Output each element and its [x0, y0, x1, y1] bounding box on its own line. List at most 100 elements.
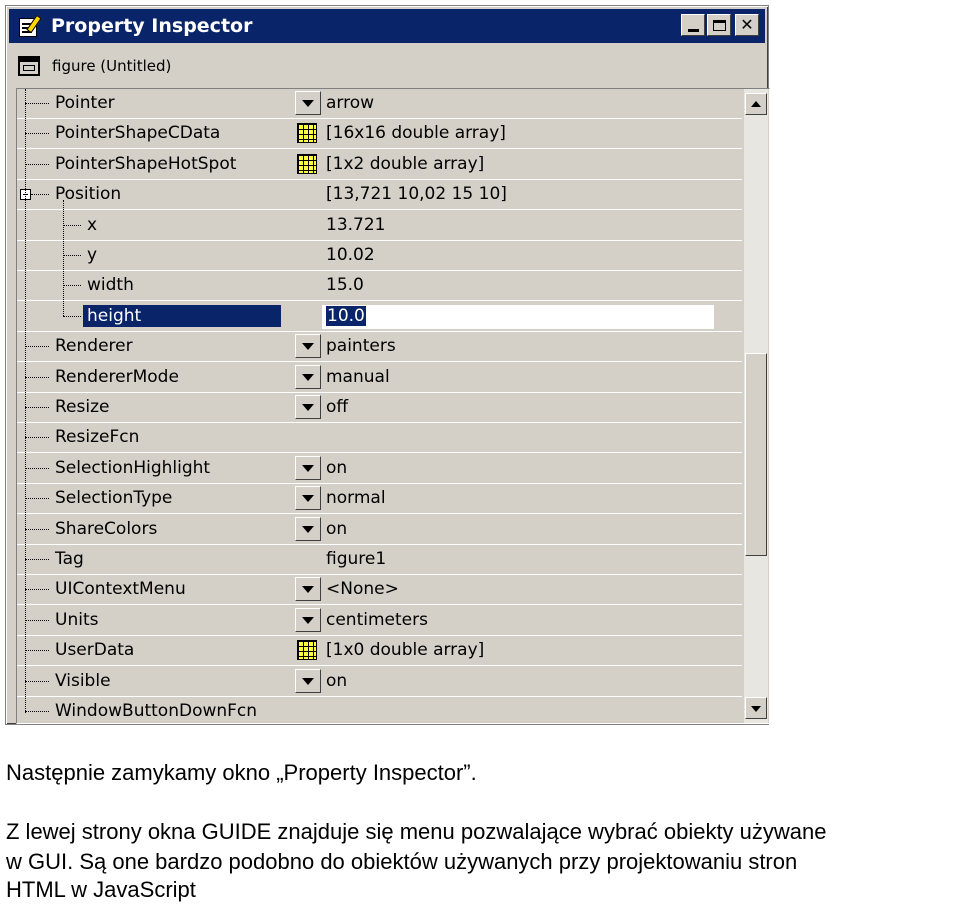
tree-connector [25, 498, 49, 500]
property-value-cell[interactable]: 10.0 [294, 301, 742, 331]
property-value: 13.721 [326, 214, 386, 235]
close-button[interactable]: ✕ [735, 14, 759, 36]
property-value-cell[interactable]: [1x2 double array] [294, 149, 742, 179]
property-name-cell: Units [17, 605, 294, 635]
tree-connector [25, 680, 49, 682]
property-row[interactable]: Units centimeters [17, 605, 742, 636]
property-value-cell[interactable] [294, 697, 742, 723]
property-row[interactable]: ShareColors on [17, 514, 742, 545]
array-editor-icon[interactable] [297, 123, 317, 144]
dropdown-arrow-icon[interactable] [295, 395, 321, 419]
property-name: Tag [55, 549, 84, 569]
property-name-cell: Resize [17, 393, 294, 422]
maximize-button[interactable] [707, 14, 731, 36]
property-value: [16x16 double array] [326, 123, 506, 144]
property-row[interactable]: WindowButtonDownFcn [17, 697, 742, 723]
property-value: 15.0 [326, 275, 364, 296]
property-row[interactable]: Tag figure1 [17, 545, 742, 575]
tree-connector [25, 559, 49, 560]
caption-paragraph-2-line-3: HTML w JavaScript [6, 877, 196, 902]
vertical-scrollbar[interactable] [744, 89, 768, 723]
property-row[interactable]: y 10.02 [17, 241, 742, 271]
property-value-cell[interactable]: manual [294, 362, 742, 392]
dropdown-arrow-icon[interactable] [295, 516, 321, 541]
property-row[interactable]: PointerShapeCData [16x16 double array] [17, 119, 742, 150]
property-row[interactable]: Position [13,721 10,02 15 10] [17, 180, 742, 211]
property-name: WindowButtonDownFcn [55, 701, 258, 721]
property-row[interactable]: SelectionHighlight on [17, 453, 742, 484]
dropdown-arrow-icon[interactable] [295, 486, 321, 511]
property-row[interactable]: Visible on [17, 666, 742, 697]
property-row[interactable]: PointerShapeHotSpot [1x2 double array] [17, 149, 742, 180]
property-value: off [326, 397, 349, 417]
property-row[interactable]: height 10.0 [17, 301, 742, 332]
property-row[interactable]: x 13.721 [17, 210, 742, 241]
tree-connector [25, 650, 49, 652]
property-name: Visible [55, 670, 111, 691]
dropdown-arrow-icon[interactable] [295, 607, 321, 632]
tree-connector [25, 467, 49, 469]
property-row[interactable]: width 15.0 [17, 271, 742, 302]
property-value-cell[interactable]: normal [294, 484, 742, 514]
tree-connector [25, 589, 49, 591]
property-value-cell[interactable]: 13.721 [294, 210, 742, 240]
property-value-cell[interactable]: [1x0 double array] [294, 636, 742, 666]
dropdown-arrow-icon[interactable] [295, 577, 321, 602]
property-row[interactable]: Resize off [17, 393, 742, 423]
property-row[interactable]: RendererMode manual [17, 362, 742, 393]
tree-connector [31, 194, 49, 196]
array-editor-icon[interactable] [297, 153, 317, 174]
property-name-cell: y [17, 241, 294, 270]
array-editor-icon[interactable] [297, 640, 317, 661]
scroll-thumb[interactable] [745, 353, 767, 556]
property-name-cell: RendererMode [17, 362, 294, 392]
property-name-cell: UIContextMenu [17, 575, 294, 605]
property-name-cell: SelectionHighlight [17, 453, 294, 483]
figure-icon [18, 56, 40, 76]
property-value-cell[interactable]: <None> [294, 575, 742, 605]
object-selector[interactable]: figure (Untitled) [18, 52, 171, 80]
property-value-cell[interactable]: off [294, 393, 742, 422]
property-name-cell: ResizeFcn [17, 423, 294, 453]
minimize-button[interactable] [681, 14, 705, 36]
value-edit-field[interactable] [322, 304, 714, 329]
dropdown-arrow-icon[interactable] [295, 91, 321, 115]
property-value-cell[interactable]: [13,721 10,02 15 10] [294, 180, 742, 210]
property-row[interactable]: Pointer arrow [17, 89, 742, 119]
property-row[interactable]: Renderer painters [17, 332, 742, 363]
property-value-cell[interactable]: 15.0 [294, 271, 742, 301]
dropdown-arrow-icon[interactable] [295, 455, 321, 480]
property-value-cell[interactable]: arrow [294, 89, 742, 118]
scroll-up-button[interactable] [745, 93, 767, 115]
property-name-cell: WindowButtonDownFcn [17, 697, 294, 723]
property-name-cell: ShareColors [17, 514, 294, 544]
property-row[interactable]: UserData [1x0 double array] [17, 636, 742, 667]
property-row[interactable]: SelectionType normal [17, 484, 742, 515]
property-value-cell[interactable]: on [294, 514, 742, 544]
property-value-cell[interactable] [294, 423, 742, 453]
tree-connector [63, 255, 81, 256]
property-value-cell[interactable]: on [294, 453, 742, 483]
property-value: [1x2 double array] [326, 153, 485, 174]
property-name-cell: Position [17, 180, 294, 210]
dropdown-arrow-icon[interactable] [295, 668, 321, 693]
property-row[interactable]: UIContextMenu <None> [17, 575, 742, 606]
property-value-cell[interactable]: 10.02 [294, 241, 742, 270]
property-value[interactable]: 10.0 [326, 305, 366, 327]
tree-connector [25, 103, 49, 104]
property-name: y [87, 245, 98, 265]
tree-connector [25, 376, 49, 378]
property-value-cell[interactable]: on [294, 666, 742, 696]
dropdown-arrow-icon[interactable] [295, 364, 321, 389]
property-name-cell: PointerShapeCData [17, 119, 294, 149]
property-value: painters [326, 336, 396, 357]
property-value-cell[interactable]: centimeters [294, 605, 742, 635]
property-value-cell[interactable]: painters [294, 332, 742, 362]
property-row[interactable]: ResizeFcn [17, 423, 742, 454]
scroll-down-button[interactable] [745, 697, 767, 719]
dropdown-arrow-icon[interactable] [295, 334, 321, 359]
title-bar[interactable]: Property Inspector ✕ [9, 9, 765, 43]
property-value-cell[interactable]: [16x16 double array] [294, 119, 742, 149]
property-value-cell[interactable]: figure1 [294, 545, 742, 574]
selected-value-text[interactable]: 10.0 [326, 305, 366, 326]
